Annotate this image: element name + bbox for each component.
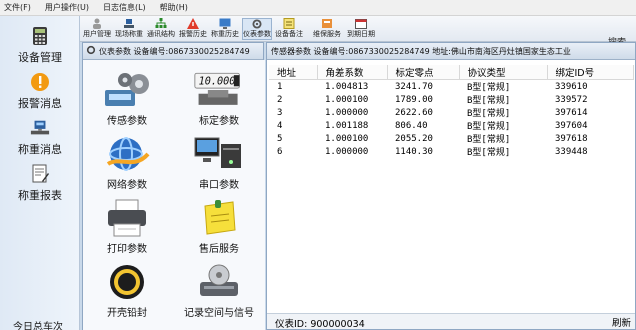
column-header[interactable]: 角差系数 [317, 65, 388, 80]
calibration-scale-icon: 10.000 [193, 70, 245, 110]
dialog-body: 传感参数 10.000 标定参数 网络参数 串口参数 打印参数 售后服务 开壳铅… [83, 60, 265, 330]
sidebar-item-label: 报警消息 [18, 97, 62, 110]
network-globe-icon [101, 134, 153, 174]
sidebar-item-device-management[interactable]: 设备管理 [0, 24, 80, 70]
sticky-note-icon [193, 198, 245, 238]
panel-footer: 仪表ID: 900000034 刷新 [267, 313, 635, 330]
column-header[interactable]: 地址 [269, 65, 318, 80]
report-icon [30, 164, 50, 184]
sidebar-item-label: 设备管理 [18, 51, 62, 64]
device-notes-button[interactable]: 设备备注 [274, 18, 304, 40]
scale-icon [124, 19, 134, 28]
notes-icon [283, 18, 295, 29]
refresh-button[interactable]: 刷新 [612, 315, 631, 329]
calendar-icon [355, 19, 367, 29]
table-row[interactable]: 2 1.000100 1789.00 B型[常规] 339572 [269, 93, 633, 107]
print-params-item[interactable]: 打印参数 [87, 198, 167, 258]
gear-icon [252, 19, 262, 29]
table-row[interactable]: 3 1.000000 2622.60 B型[常规] 397614 [269, 106, 633, 120]
comm-structure-button[interactable]: 通讯结构 [146, 18, 176, 40]
sensor-params-panel: 传感器参数 设备编号:0867330025284749 地址:佛山市南海区丹灶镇… [266, 42, 636, 330]
warning-icon [187, 18, 199, 29]
seal-item[interactable]: 开壳铅封 [87, 262, 167, 322]
menu-file[interactable]: 文件(F) [4, 2, 31, 13]
instrument-params-button[interactable]: 仪表参数 [242, 18, 272, 40]
expiry-date-button[interactable]: 到期日期 [346, 18, 376, 40]
network-tree-icon [155, 18, 167, 28]
dialog-title-bar: 仪表参数 设备编号:0867330025284749 [83, 43, 263, 60]
sensor-table: 地址 角差系数 标定零点 协议类型 绑定ID号 1 1.004813 3241.70… [269, 65, 634, 158]
user-management-button[interactable]: 用户管理 [82, 18, 112, 40]
column-header[interactable]: 绑定ID号 [547, 65, 634, 80]
menu-user[interactable]: 用户操作(U) [45, 2, 89, 13]
seal-icon [101, 262, 153, 302]
gear-icon [86, 45, 96, 57]
sidebar: 设备管理 报警消息 称重消息 称重报表 今日总车次 [0, 16, 80, 330]
sensor-params-item[interactable]: 传感参数 [87, 70, 167, 130]
today-total-trips-label: 今日总车次 [13, 322, 63, 330]
network-params-item[interactable]: 网络参数 [87, 134, 167, 194]
sidebar-item-weighing-report[interactable]: 称重报表 [0, 162, 80, 208]
table-row[interactable]: 1 1.004813 3241.70 B型[常规] 339610 [269, 80, 633, 94]
column-header[interactable]: 标定零点 [387, 65, 460, 80]
instrument-params-dialog: 仪表参数 设备编号:0867330025284749 传感参数 10.000 标… [82, 42, 265, 330]
table-header-row: 地址 角差系数 标定零点 协议类型 绑定ID号 [269, 65, 634, 80]
calibration-params-item[interactable]: 10.000 标定参数 [179, 70, 259, 130]
live-weighing-button[interactable]: 现场称重 [114, 18, 144, 40]
service-icon [322, 19, 332, 28]
monitor-icon [219, 18, 231, 29]
scale-icon [30, 118, 50, 138]
serial-port-icon [193, 134, 245, 174]
sidebar-item-label: 称重消息 [18, 143, 62, 156]
sidebar-item-alarm[interactable]: 报警消息 [0, 70, 80, 116]
user-icon [93, 18, 101, 29]
weighing-history-button[interactable]: 称重历史 [210, 18, 240, 40]
warning-icon [30, 72, 50, 92]
sensor-gears-icon [101, 70, 153, 110]
menu-log[interactable]: 日志信息(L) [103, 2, 146, 13]
table-row[interactable]: 6 1.000000 1140.30 B型[常规] 339448 [269, 145, 633, 159]
menu-bar: 文件(F) 用户操作(U) 日志信息(L) 帮助(H) [0, 0, 636, 16]
table-row[interactable]: 4 1.001188 806.40 B型[常规] 397604 [269, 119, 633, 133]
storage-signal-icon [193, 262, 245, 302]
after-sales-item[interactable]: 售后服务 [179, 198, 259, 258]
sidebar-item-weighing-message[interactable]: 称重消息 [0, 116, 80, 162]
column-header[interactable]: 协议类型 [459, 65, 548, 80]
table-row[interactable]: 5 1.000100 2055.20 B型[常规] 397618 [269, 132, 633, 146]
calculator-icon [30, 26, 50, 46]
serial-params-item[interactable]: 串口参数 [179, 134, 259, 194]
alarm-history-button[interactable]: 报警历史 [178, 18, 208, 40]
printer-icon [101, 198, 153, 238]
instrument-id-label: 仪表ID: 900000034 [275, 319, 365, 330]
storage-signal-item[interactable]: 记录空间与信号 [179, 262, 259, 322]
scale-display-text: 10.000 [199, 76, 236, 87]
toolbar: 用户管理 现场称重 通讯结构 报警历史 称重历史 仪表参数 设备备注 维保服务 … [80, 16, 636, 48]
maintenance-service-button[interactable]: 维保服务 [312, 18, 342, 40]
panel-title: 传感器参数 设备编号:0867330025284749 地址:佛山市南海区丹灶镇… [267, 43, 635, 60]
sidebar-item-label: 称重报表 [18, 189, 62, 202]
menu-help[interactable]: 帮助(H) [160, 2, 188, 13]
dialog-title: 仪表参数 设备编号:0867330025284749 [99, 46, 250, 56]
